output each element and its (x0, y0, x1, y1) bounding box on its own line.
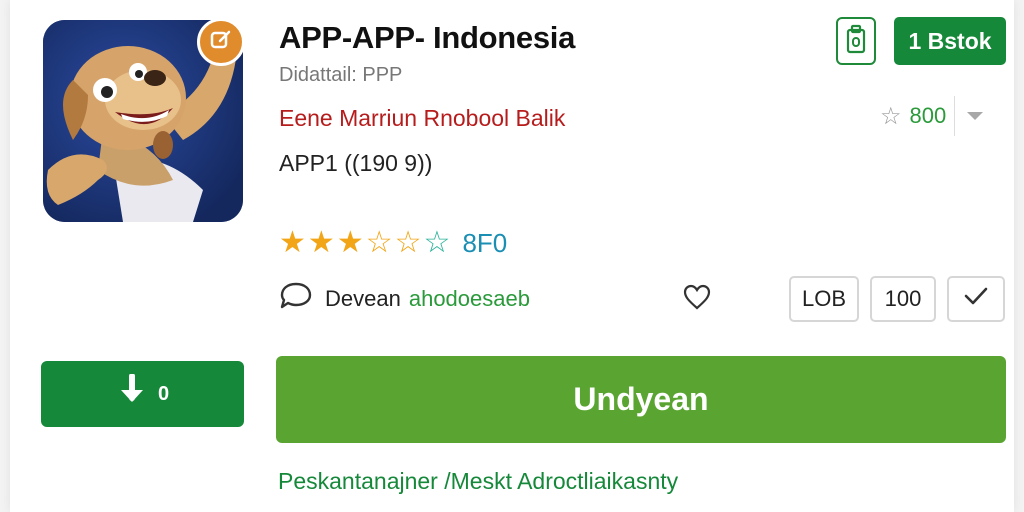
developer-name[interactable]: Eene Marriun Rnobool Balik (279, 105, 565, 132)
rating-chip[interactable]: ☆ 800 (880, 96, 994, 136)
download-arrow-icon (116, 373, 148, 414)
edit-icon (210, 29, 232, 56)
app-version: APP1 ((190 9)) (279, 150, 433, 176)
star-outline-icon: ☆ (394, 226, 422, 259)
top-action-button[interactable]: 1 Bstok (894, 17, 1006, 65)
star-rating: ★ ★ ★ ☆ ☆ ☆ 8F0 (279, 226, 507, 260)
download-button[interactable]: 0 (41, 361, 244, 427)
count-box[interactable]: 100 (870, 276, 936, 322)
lob-box[interactable]: LOB (789, 276, 859, 322)
star-icon: ★ (336, 226, 364, 259)
save-button[interactable] (836, 17, 876, 65)
developer-meta-row: Devean ahodoesaeb (279, 282, 530, 316)
star-icon: ★ (307, 226, 335, 259)
star-outline-icon: ☆ (880, 102, 902, 130)
check-button[interactable] (947, 276, 1005, 322)
edit-badge[interactable] (197, 18, 245, 66)
app-title: APP-APP- Indonesia (279, 20, 576, 55)
bookmark-clip-icon (846, 24, 866, 59)
app-subtitle: Didattail: PPP (279, 64, 403, 86)
star-icon: ★ (279, 226, 306, 259)
install-button[interactable]: Undyean (276, 356, 1006, 443)
download-count: 0 (157, 382, 170, 405)
chevron-down-icon[interactable] (954, 96, 994, 136)
meta-label: Devean (325, 286, 401, 311)
rating-chip-value: 800 (909, 103, 947, 128)
rating-label: 8F0 (462, 227, 508, 258)
star-outline-icon: ☆ (423, 226, 451, 259)
favorite-button[interactable] (680, 282, 714, 316)
meta-value[interactable]: ahodoesaeb (409, 286, 530, 312)
check-icon (963, 286, 989, 312)
chat-bubble-icon (279, 281, 313, 317)
footer-link[interactable]: Peskantanajner /Meskt Adroctliaikasnty (278, 468, 678, 495)
app-detail-card: APP-APP- Indonesia Didattail: PPP Eene M… (10, 0, 1014, 512)
heart-icon (683, 284, 711, 315)
star-outline-icon: ☆ (365, 226, 393, 259)
